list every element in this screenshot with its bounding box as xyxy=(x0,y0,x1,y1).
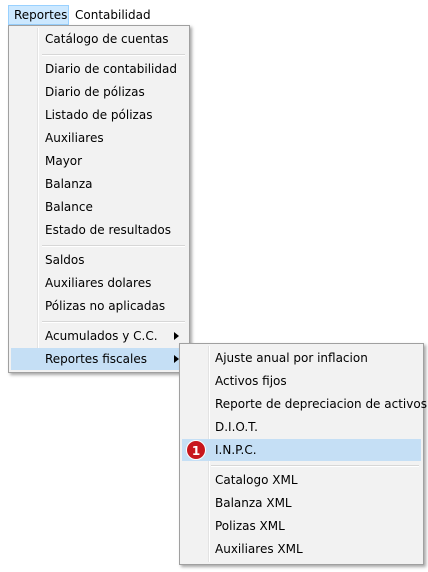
menu-separator xyxy=(211,465,419,467)
menu-item-balanza[interactable]: Balanza xyxy=(11,173,187,195)
reportes-fiscales-submenu: Ajuste anual por inflacion Activos fijos… xyxy=(179,343,427,565)
menu-item-label: Reportes fiscales xyxy=(45,352,147,366)
menu-item-catalogo-xml[interactable]: Catalogo XML xyxy=(182,469,421,491)
menu-item-label: Ajuste anual por inflacion xyxy=(215,351,368,365)
menu-reportes[interactable]: Reportes xyxy=(8,5,69,25)
menu-separator xyxy=(42,321,185,323)
menu-item-ajuste-anual-por-inflacion[interactable]: Ajuste anual por inflacion xyxy=(182,347,421,369)
menu-item-auxiliares[interactable]: Auxiliares xyxy=(11,127,187,149)
menu-item-label: I.N.P.C. xyxy=(215,443,257,457)
menu-item-polizas-xml[interactable]: Polizas XML xyxy=(182,515,421,537)
menu-item-diario-de-contabilidad[interactable]: Diario de contabilidad xyxy=(11,58,187,80)
menu-contabilidad[interactable]: Contabilidad xyxy=(70,5,152,25)
menu-item-balance[interactable]: Balance xyxy=(11,196,187,218)
menu-separator xyxy=(42,54,185,56)
menu-item-auxiliares-xml[interactable]: Auxiliares XML xyxy=(182,538,421,560)
menu-item-label: Catalogo XML xyxy=(215,473,298,487)
menu-item-label: D.I.O.T. xyxy=(215,420,258,434)
menu-separator xyxy=(42,245,185,247)
menu-item-estado-de-resultados[interactable]: Estado de resultados xyxy=(11,219,187,241)
menu-item-saldos[interactable]: Saldos xyxy=(11,249,187,271)
reportes-dropdown: Catálogo de cuentas Diario de contabilid… xyxy=(8,25,190,373)
menu-item-reporte-de-depreciacion[interactable]: Reporte de depreciacion de activos xyxy=(182,393,427,415)
menu-item-label: Acumulados y C.C. xyxy=(45,329,158,343)
menu-item-inpc[interactable]: I.N.P.C. xyxy=(182,439,421,461)
menu-item-label: Balanza XML xyxy=(215,496,292,510)
menu-item-label: Auxiliares xyxy=(45,131,104,145)
menu-item-diot[interactable]: D.I.O.T. xyxy=(182,416,421,438)
menu-item-balanza-xml[interactable]: Balanza XML xyxy=(182,492,421,514)
menu-item-label: Saldos xyxy=(45,253,85,267)
menu-bar: Reportes Contabilidad xyxy=(0,0,428,26)
menu-item-label: Balanza xyxy=(45,177,93,191)
menu-item-label: Reporte de depreciacion de activos xyxy=(215,397,427,411)
menu-item-label: Auxiliares dolares xyxy=(45,276,152,290)
menu-item-mayor[interactable]: Mayor xyxy=(11,150,187,172)
menu-item-label: Diario de contabilidad xyxy=(45,62,177,76)
menu-item-label: Pólizas no aplicadas xyxy=(45,299,166,313)
menu-item-label: Estado de resultados xyxy=(45,223,171,237)
menu-item-listado-de-polizas[interactable]: Listado de pólizas xyxy=(11,104,187,126)
menu-item-auxiliares-dolares[interactable]: Auxiliares dolares xyxy=(11,272,187,294)
menu-item-polizas-no-aplicadas[interactable]: Pólizas no aplicadas xyxy=(11,295,187,317)
menu-item-label: Catálogo de cuentas xyxy=(45,32,169,46)
menu-item-activos-fijos[interactable]: Activos fijos xyxy=(182,370,421,392)
menu-item-label: Auxiliares XML xyxy=(215,542,303,556)
menu-item-reportes-fiscales[interactable]: Reportes fiscales xyxy=(11,348,187,370)
menu-item-catalogo-de-cuentas[interactable]: Catálogo de cuentas xyxy=(11,28,187,50)
menu-item-label: Listado de pólizas xyxy=(45,108,153,122)
menu-item-label: Diario de pólizas xyxy=(45,85,145,99)
submenu-arrow-icon xyxy=(174,332,179,340)
menu-item-label: Mayor xyxy=(45,154,83,168)
menu-item-label: Balance xyxy=(45,200,93,214)
menu-item-label: Activos fijos xyxy=(215,374,287,388)
menu-item-diario-de-polizas[interactable]: Diario de pólizas xyxy=(11,81,187,103)
menu-item-label: Polizas XML xyxy=(215,519,285,533)
menu-item-acumulados-y-cc[interactable]: Acumulados y C.C. xyxy=(11,325,187,347)
step-number-badge: 1 xyxy=(186,440,206,460)
